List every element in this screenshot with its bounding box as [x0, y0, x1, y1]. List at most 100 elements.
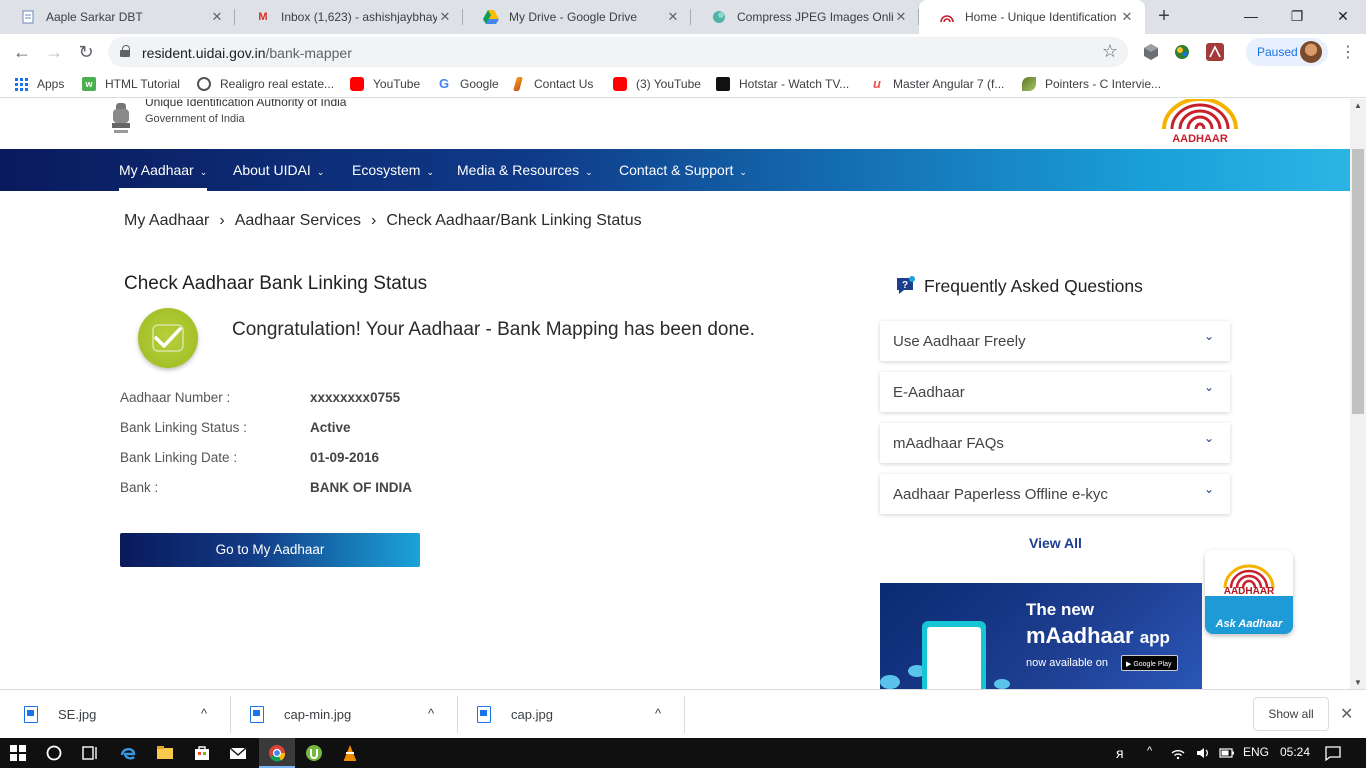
tab-compress-jpeg[interactable]: Compress JPEG Images Online ✕	[691, 0, 919, 34]
extension-cube-icon[interactable]	[1142, 43, 1160, 61]
chevron-down-icon: ⌄	[1203, 482, 1214, 496]
people-icon[interactable]: ᴙ	[1116, 745, 1124, 761]
bookmark-youtube-3[interactable]: (3) YouTube	[613, 76, 701, 92]
bookmark-pointers[interactable]: Pointers - C Intervie...	[1022, 76, 1161, 92]
maadhaar-app-banner[interactable]: The new mAadhaar app now available on ▶ …	[880, 583, 1202, 689]
utorrent-icon[interactable]	[304, 743, 324, 763]
tab-gmail[interactable]: M Inbox (1,623) - ashishjaybhay1 ✕	[235, 0, 463, 34]
nav-label: Ecosystem	[352, 162, 421, 178]
cortana-search-icon[interactable]	[44, 743, 64, 763]
battery-icon[interactable]	[1219, 746, 1235, 760]
bookmark-google[interactable]: G Google	[437, 76, 499, 92]
bookmark-contact-us[interactable]: Contact Us	[513, 76, 593, 92]
tab-close-icon[interactable]: ✕	[209, 9, 225, 25]
nav-about-uidai[interactable]: About UIDAI ⌄	[225, 149, 332, 191]
divider	[684, 696, 685, 733]
ask-aadhaar-chatbot-button[interactable]: AADHAAR Ask Aadhaar	[1205, 550, 1293, 634]
breadcrumb-aadhaar-services[interactable]: Aadhaar Services	[235, 212, 361, 230]
chrome-menu-icon[interactable]: ⋮	[1340, 42, 1356, 62]
linking-status-label: Bank Linking Status :	[120, 420, 247, 435]
nav-ecosystem[interactable]: Ecosystem ⌄	[344, 149, 442, 191]
clock[interactable]: 05:24	[1280, 745, 1310, 759]
tab-aaple-sarkar[interactable]: Aaple Sarkar DBT ✕	[0, 0, 235, 34]
address-bar[interactable]: resident.uidai.gov.in/bank-mapper ☆	[108, 37, 1128, 67]
vlc-icon[interactable]	[340, 743, 360, 763]
bookmark-youtube[interactable]: YouTube	[350, 76, 420, 92]
forward-button[interactable]: →	[42, 40, 66, 64]
download-menu-chevron-icon[interactable]: ^	[655, 706, 661, 721]
store-icon[interactable]	[192, 743, 212, 763]
scrollbar-thumb[interactable]	[1352, 149, 1364, 414]
restore-button[interactable]: ❐	[1274, 0, 1320, 34]
scroll-up-icon[interactable]: ▲	[1354, 101, 1362, 110]
windows-taskbar: ᴙ ^ ENG 05:24	[0, 738, 1366, 768]
close-window-button[interactable]: ✕	[1320, 0, 1366, 34]
bookmark-label: Pointers - C Intervie...	[1045, 77, 1162, 91]
breadcrumb-separator: ›	[371, 212, 377, 229]
bookmark-realigro[interactable]: Realigro real estate...	[197, 76, 334, 92]
bookmark-star-icon[interactable]: ☆	[1102, 41, 1118, 62]
reload-button[interactable]: ↻	[74, 40, 98, 64]
view-all-faqs-link[interactable]: View All	[1029, 535, 1082, 551]
nav-label: Contact & Support	[619, 162, 734, 178]
ask-aadhaar-logo-text: AADHAAR	[1223, 586, 1275, 597]
tab-close-icon[interactable]: ✕	[437, 9, 453, 25]
breadcrumb-my-aadhaar[interactable]: My Aadhaar	[124, 212, 209, 230]
download-item-cap-min[interactable]: cap-min.jpg	[250, 690, 351, 739]
tab-close-icon[interactable]: ✕	[893, 9, 909, 25]
bookmark-master-angular[interactable]: u Master Angular 7 (f...	[870, 76, 1004, 92]
volume-icon[interactable]	[1195, 745, 1211, 761]
download-item-cap[interactable]: cap.jpg	[477, 690, 553, 739]
chevron-down-icon: ⌄	[1203, 431, 1214, 445]
success-check-icon	[138, 308, 198, 368]
back-button[interactable]: ←	[10, 40, 34, 64]
promo-app-suffix: app	[1139, 628, 1170, 647]
windows-start-icon[interactable]	[8, 743, 28, 763]
faq-question: E-Aadhaar	[893, 384, 965, 401]
task-view-icon[interactable]	[80, 743, 100, 763]
download-item-se[interactable]: SE.jpg	[24, 690, 96, 739]
new-tab-button[interactable]: +	[1152, 5, 1176, 29]
aadhaar-logo[interactable]: AADHAAR	[1156, 99, 1244, 145]
go-to-my-aadhaar-button[interactable]: Go to My Aadhaar	[120, 533, 420, 567]
language-indicator[interactable]: ENG	[1243, 745, 1269, 759]
nav-my-aadhaar[interactable]: My Aadhaar ⌄	[111, 149, 215, 191]
extension-pdf-icon[interactable]	[1206, 43, 1224, 61]
scroll-down-icon[interactable]: ▼	[1354, 678, 1362, 687]
download-menu-chevron-icon[interactable]: ^	[201, 706, 207, 721]
tab-google-drive[interactable]: My Drive - Google Drive ✕	[463, 0, 691, 34]
faq-item-e-aadhaar[interactable]: E-Aadhaar ⌄	[880, 372, 1230, 412]
profile-paused-chip[interactable]: Paused	[1246, 38, 1328, 66]
mail-icon[interactable]	[228, 743, 248, 763]
faq-question: mAadhaar FAQs	[893, 435, 1004, 452]
wifi-icon[interactable]	[1170, 745, 1186, 761]
bookmark-hotstar[interactable]: Hotstar - Watch TV...	[716, 76, 849, 92]
faq-item-use-aadhaar-freely[interactable]: Use Aadhaar Freely ⌄	[880, 321, 1230, 361]
chrome-taskbar-icon[interactable]	[267, 743, 287, 763]
nav-contact-support[interactable]: Contact & Support ⌄	[611, 149, 755, 191]
google-play-badge[interactable]: ▶ Google Play	[1121, 655, 1178, 671]
tab-uidai-home[interactable]: Home - Unique Identification A ✕	[919, 0, 1145, 34]
extension-globe-icon[interactable]	[1173, 43, 1191, 61]
faq-item-maadhaar-faqs[interactable]: mAadhaar FAQs ⌄	[880, 423, 1230, 463]
edge-browser-icon[interactable]	[118, 743, 138, 763]
minimize-button[interactable]: —	[1228, 0, 1274, 34]
aadhaar-number-label: Aadhaar Number :	[120, 390, 231, 405]
nav-media-resources[interactable]: Media & Resources ⌄	[449, 149, 601, 191]
action-center-icon[interactable]	[1324, 744, 1342, 762]
tab-close-icon[interactable]: ✕	[665, 9, 681, 25]
cloud-decoration	[994, 679, 1010, 689]
url-host: resident.uidai.gov.in	[142, 45, 266, 61]
download-menu-chevron-icon[interactable]: ^	[428, 706, 434, 721]
bookmark-label: Google	[460, 77, 499, 91]
show-all-downloads-button[interactable]: Show all	[1253, 697, 1329, 731]
file-explorer-icon[interactable]	[155, 743, 175, 763]
faq-item-paperless-ekyc[interactable]: Aadhaar Paperless Offline e-kyc ⌄	[880, 474, 1230, 514]
browser-tab-strip: Aaple Sarkar DBT ✕ M Inbox (1,623) - ash…	[0, 0, 1366, 34]
bookmark-html-tutorial[interactable]: w HTML Tutorial	[82, 76, 180, 92]
page-scrollbar[interactable]: ▲ ▼	[1350, 99, 1366, 689]
close-download-bar-icon[interactable]: ✕	[1340, 704, 1353, 724]
show-hidden-icons-icon[interactable]: ^	[1147, 745, 1152, 757]
bookmark-apps[interactable]: Apps	[15, 76, 64, 92]
tab-close-icon[interactable]: ✕	[1119, 9, 1135, 25]
